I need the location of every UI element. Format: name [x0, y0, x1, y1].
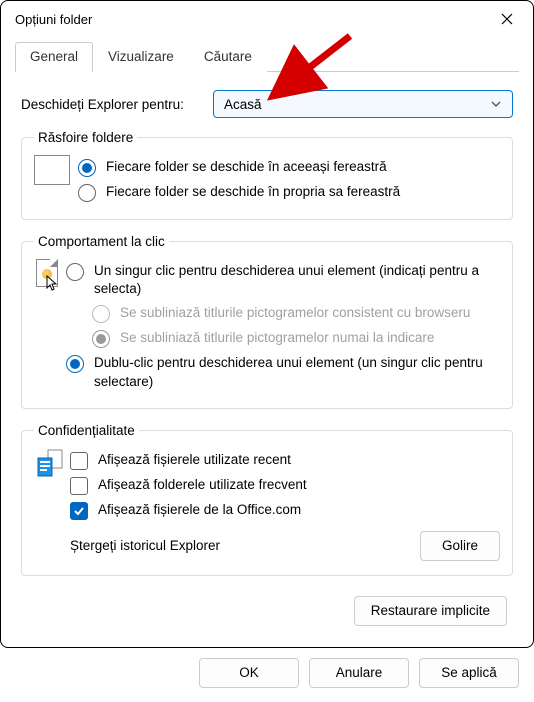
label-underline-point: Se subliniază titlurile pictogramelor nu…: [120, 329, 434, 347]
cancel-button[interactable]: Anulare: [309, 658, 409, 688]
tab-view[interactable]: Vizualizare: [93, 42, 189, 72]
open-explorer-value: Acasă: [224, 97, 262, 112]
browse-folders-legend: Răsfoire foldere: [34, 130, 137, 145]
apply-button[interactable]: Se aplică: [419, 658, 519, 688]
click-behavior-legend: Comportament la clic: [34, 234, 169, 249]
radio-underline-point: [92, 330, 110, 348]
radio-underline-browser: [92, 305, 110, 323]
label-single-click: Un singur clic pentru deschiderea unui e…: [94, 262, 500, 298]
radio-own-window[interactable]: [78, 184, 96, 202]
click-icon: [34, 259, 62, 293]
tab-bar: General Vizualizare Căutare: [15, 41, 519, 72]
checkbox-frequent-folders[interactable]: [70, 477, 88, 495]
privacy-group: Confidențialitate Afișează fișierele uti…: [21, 423, 513, 576]
radio-double-click[interactable]: [66, 355, 84, 373]
privacy-icon: [34, 448, 66, 480]
label-recent-files: Afișează fișierele utilizate recent: [98, 451, 291, 469]
clear-history-label: Ștergeți istoricul Explorer: [70, 537, 220, 555]
restore-defaults-button[interactable]: Restaurare implicite: [354, 596, 507, 626]
label-underline-browser: Se subliniază titlurile pictogramelor co…: [120, 304, 470, 322]
label-double-click: Dublu-clic pentru deschiderea unui eleme…: [94, 354, 500, 390]
clear-button[interactable]: Golire: [420, 531, 500, 561]
ok-button[interactable]: OK: [199, 658, 299, 688]
window-title: Opțiuni folder: [15, 12, 92, 27]
label-own-window: Fiecare folder se deschide în propria sa…: [106, 183, 400, 201]
tab-general[interactable]: General: [15, 42, 93, 72]
label-same-window: Fiecare folder se deschide în aceeași fe…: [106, 158, 387, 176]
checkbox-office-files[interactable]: [70, 502, 88, 520]
label-frequent-folders: Afișează folderele utilizate frecvent: [98, 476, 307, 494]
privacy-legend: Confidențialitate: [34, 423, 139, 438]
radio-single-click[interactable]: [66, 263, 84, 281]
radio-same-window[interactable]: [78, 159, 96, 177]
chevron-down-icon: [490, 98, 502, 110]
tab-search[interactable]: Căutare: [189, 42, 267, 72]
open-explorer-label: Deschideți Explorer pentru:: [21, 97, 201, 112]
open-explorer-select[interactable]: Acasă: [213, 90, 513, 118]
label-office-files: Afișează fișierele de la Office.com: [98, 501, 301, 519]
browse-folders-group: Răsfoire foldere Fiecare folder se desch…: [21, 130, 513, 220]
close-icon: [501, 13, 513, 25]
folder-icon: [34, 155, 70, 185]
checkbox-recent-files[interactable]: [70, 452, 88, 470]
click-behavior-group: Comportament la clic Un singur clic pent…: [21, 234, 513, 409]
close-button[interactable]: [489, 5, 525, 33]
